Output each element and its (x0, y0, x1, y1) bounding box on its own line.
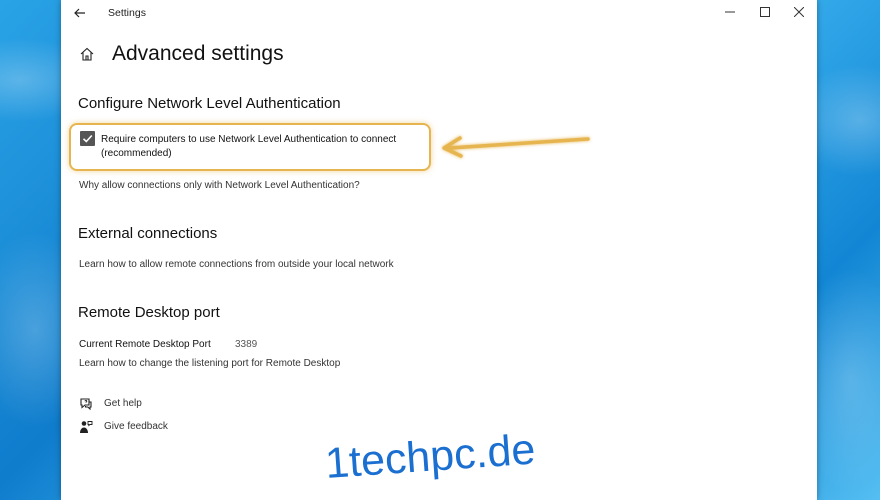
title-bar: Settings (61, 0, 817, 28)
close-button[interactable] (783, 2, 815, 24)
rdp-port-info-link[interactable]: Learn how to change the listening port f… (79, 358, 340, 369)
nla-checkbox[interactable] (80, 131, 95, 146)
get-help-label: Get help (104, 398, 142, 409)
back-arrow-icon (74, 8, 85, 18)
rdp-port-section-title: Remote Desktop port (78, 304, 220, 321)
nla-section-title: Configure Network Level Authentication (78, 95, 341, 112)
annotation-arrow-icon (442, 136, 590, 158)
nla-info-link[interactable]: Why allow connections only with Network … (79, 180, 360, 191)
maximize-icon (760, 7, 770, 17)
feedback-person-icon (80, 421, 93, 433)
back-button[interactable] (69, 3, 91, 23)
rdp-port-value: 3389 (235, 339, 258, 350)
maximize-button[interactable] (749, 2, 781, 24)
checkmark-icon (82, 134, 93, 143)
give-feedback-label: Give feedback (104, 421, 168, 432)
page-title: Advanced settings (112, 42, 284, 65)
minimize-icon (725, 11, 735, 13)
close-icon (793, 6, 805, 18)
rdp-port-label: Current Remote Desktop Port (79, 339, 211, 350)
home-icon[interactable] (79, 46, 95, 62)
settings-window: Settings Advanced settings Configure Net… (61, 0, 817, 500)
external-info-link[interactable]: Learn how to allow remote connections fr… (79, 259, 394, 270)
watermark-text: 1techpc.de (323, 425, 537, 489)
app-title: Settings (108, 7, 146, 19)
minimize-button[interactable] (714, 2, 746, 24)
external-section-title: External connections (78, 225, 218, 242)
help-chat-icon (80, 398, 92, 411)
nla-checkbox-label[interactable]: Require computers to use Network Level A… (101, 133, 431, 161)
